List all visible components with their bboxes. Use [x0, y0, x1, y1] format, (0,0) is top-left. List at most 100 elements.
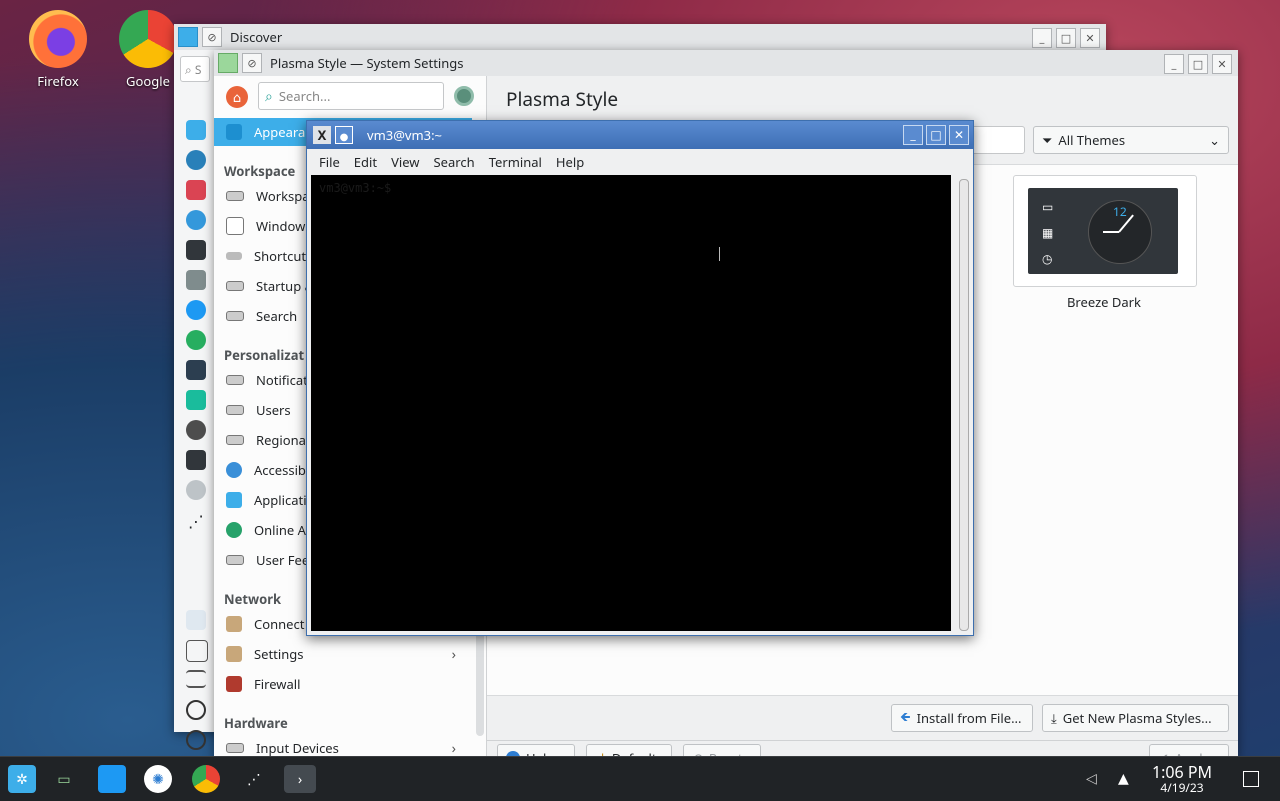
application-launcher-icon[interactable]: ✲ [8, 765, 36, 793]
minimize-button[interactable]: _ [1164, 54, 1184, 74]
maximize-button[interactable]: □ [926, 125, 946, 145]
menu-help[interactable]: Help [556, 153, 584, 171]
gamepad-icon[interactable] [186, 270, 206, 290]
category-hardware: Hardware [224, 714, 288, 732]
accessibility-icon [226, 462, 242, 478]
sidebar-item-firewall[interactable]: Firewall [214, 670, 472, 698]
terminal-scrollbar[interactable] [959, 179, 969, 631]
globe-icon[interactable] [186, 300, 206, 320]
appearance-icon [226, 124, 242, 140]
earth-icon[interactable] [186, 330, 206, 350]
monitor-icon[interactable] [186, 240, 206, 260]
grid-icon[interactable] [186, 120, 206, 140]
about-icon[interactable] [186, 700, 206, 720]
update-arrow-icon[interactable] [186, 730, 206, 750]
notifications-icon [226, 375, 244, 385]
more-icon[interactable] [186, 480, 206, 500]
close-button[interactable]: ✕ [1080, 28, 1100, 48]
install-from-file-button[interactable]: 🡸 Install from File... [891, 704, 1033, 732]
menu-terminal[interactable]: Terminal [489, 153, 542, 171]
grid-icon: ▦ [1042, 224, 1054, 241]
text-cursor-icon [719, 247, 720, 261]
menu-edit[interactable]: Edit [354, 153, 377, 171]
settings-titlebar[interactable]: ⊘ Plasma Style — System Settings _ □ ✕ [214, 50, 1238, 77]
settings-taskbar-icon[interactable]: ⋰ [240, 765, 268, 793]
system-icon[interactable] [186, 450, 206, 470]
page-title: Plasma Style [506, 86, 619, 112]
theme-card-breeze-dark[interactable]: ▭ ▦ ◷ 12 [1013, 175, 1197, 287]
battery-widget-icon[interactable]: ▭ [50, 765, 78, 793]
clock-date: 4/19/23 [1160, 779, 1204, 796]
window-menu-button[interactable]: ● [335, 126, 353, 144]
maximize-button[interactable]: □ [1188, 54, 1208, 74]
toolbox-icon[interactable] [186, 180, 206, 200]
download-icon: ⤓ [1051, 709, 1057, 727]
feedback-icon [226, 555, 244, 565]
discover-taskbar-icon[interactable] [98, 765, 126, 793]
settings-app-icon [218, 53, 238, 73]
discover-search-input[interactable]: ⌕ S [180, 56, 210, 82]
terminal-window[interactable]: X ● vm3@vm3:~ _ □ ✕ File Edit View Searc… [306, 120, 974, 636]
menu-view[interactable]: View [391, 153, 419, 171]
pin-icon[interactable]: ⊘ [242, 53, 262, 73]
sidebar-item-input-devices[interactable]: Input Devices › [214, 734, 472, 758]
volume-icon[interactable]: ◁ [1086, 769, 1097, 788]
applications-icon [226, 492, 242, 508]
chevron-down-icon: ⌄ [1209, 131, 1220, 149]
desktop-icon-firefox[interactable]: Firefox [22, 10, 94, 90]
network-settings-icon [226, 646, 242, 662]
search-settings-icon [226, 311, 244, 321]
sidebar-item-network-settings[interactable]: Settings › [214, 640, 472, 668]
show-desktop-icon[interactable] [1243, 771, 1259, 787]
plasma-taskbar-icon[interactable]: ✺ [144, 765, 172, 793]
home-icon[interactable] [186, 610, 206, 630]
theme-preview: ▭ ▦ ◷ 12 [1028, 188, 1178, 274]
terminal-menubar: File Edit View Search Terminal Help [307, 149, 973, 175]
input-devices-icon [226, 743, 244, 753]
digital-clock[interactable]: 1:06 PM 4/19/23 [1146, 763, 1218, 795]
updates-icon[interactable] [186, 150, 206, 170]
discover-titlebar[interactable]: ⊘ Discover _ □ ✕ [174, 24, 1106, 51]
keyboard-icon [226, 252, 242, 260]
filter-icon: ⏷ [1042, 131, 1053, 149]
compass-icon[interactable] [186, 210, 206, 230]
taskbar: ✲ ▭ ✺ ⋰ › ◁ ▲ 1:06 PM 4/19/23 [0, 756, 1280, 801]
network-icon [226, 616, 242, 632]
pin-icon[interactable]: ⊘ [202, 27, 222, 47]
close-button[interactable]: ✕ [1212, 54, 1232, 74]
settings-sliders-icon[interactable] [186, 670, 206, 688]
firefox-icon [29, 10, 87, 68]
configure-icon[interactable] [454, 86, 474, 106]
x-icon: X [313, 126, 331, 144]
discover-sidebar: ⌕ S ⋰ [174, 50, 215, 750]
plasma-icon[interactable]: ⋰ [186, 510, 206, 532]
chrome-taskbar-icon[interactable] [192, 765, 220, 793]
history-icon: ◷ [1042, 250, 1053, 267]
chevron-right-icon: › [451, 644, 456, 664]
category-workspace: Workspace [224, 162, 296, 180]
terminal-taskbar-icon[interactable]: › [284, 765, 316, 793]
minimize-button[interactable]: _ [1032, 28, 1052, 48]
menu-search[interactable]: Search [434, 153, 475, 171]
get-new-styles-button[interactable]: ⤓ Get New Plasma Styles... [1042, 704, 1229, 732]
installed-icon[interactable] [186, 640, 208, 662]
maximize-button[interactable]: □ [1056, 28, 1076, 48]
window-icon [226, 217, 244, 235]
home-button[interactable]: ⌂ [226, 86, 248, 108]
office-icon[interactable] [186, 390, 206, 410]
theme-filter-select[interactable]: ⏷ All Themes ⌄ [1033, 126, 1229, 154]
terminal-prompt: vm3@vm3:~$ [319, 181, 392, 195]
category-network: Network [224, 590, 282, 608]
menu-file[interactable]: File [319, 153, 340, 171]
clock-icon: 12 [1088, 200, 1152, 264]
theme-card-label: Breeze Dark [1066, 293, 1141, 311]
close-button[interactable]: ✕ [949, 125, 969, 145]
science-icon[interactable] [186, 420, 206, 440]
minimize-button[interactable]: _ [903, 125, 923, 145]
terminal-output[interactable]: vm3@vm3:~$ [311, 175, 951, 631]
tray-expand-icon[interactable]: ▲ [1118, 769, 1129, 788]
media-icon[interactable] [186, 360, 206, 380]
settings-search-input[interactable]: ⌕ Search... [258, 82, 444, 110]
terminal-titlebar[interactable]: X ● vm3@vm3:~ _ □ ✕ [307, 121, 973, 149]
chrome-icon [119, 10, 177, 68]
